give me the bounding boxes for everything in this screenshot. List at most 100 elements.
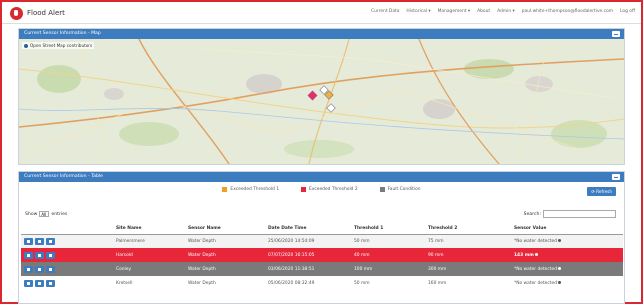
- table-row[interactable]: Kretsell Water Depth 05/06/2020 08:32:49…: [21, 276, 623, 290]
- col-actions: [21, 223, 113, 235]
- legend-swatch-red: [301, 187, 307, 192]
- info-icon[interactable]: [558, 280, 562, 284]
- status-legend: Exceeded Threshold 1 Exceeded Threshold …: [19, 187, 624, 192]
- col-site-name[interactable]: Site Name: [113, 223, 185, 235]
- navbar: Flood Alert Current Data Historical ▾ Ma…: [2, 2, 641, 24]
- legend-swatch-gray: [379, 187, 385, 192]
- legend-label: Exceeded Threshold 1: [230, 187, 280, 192]
- show-entries: Show All entries: [25, 211, 67, 217]
- col-threshold-1[interactable]: Threshold 1: [351, 223, 425, 235]
- value-text: *No water detected: [514, 266, 558, 272]
- row-actions: [21, 276, 113, 290]
- sensor-marker-red[interactable]: [307, 90, 318, 101]
- map-layer-icon[interactable]: [24, 43, 28, 48]
- table-panel-title: Current Sensor Information - Table: [24, 174, 103, 179]
- camera-icon[interactable]: [35, 237, 44, 245]
- sensor-markers: [307, 85, 336, 113]
- map-panel-header: Current Sensor Information - Map: [19, 29, 624, 39]
- value-text: *No water detected: [514, 238, 558, 244]
- nav-historical[interactable]: Historical ▾: [406, 9, 430, 14]
- table-row[interactable]: Palmersmere Water Depth 25/06/2020 14:54…: [21, 234, 623, 248]
- nav-management[interactable]: Management ▾: [438, 9, 471, 14]
- col-datetime[interactable]: Date Date Time: [265, 223, 351, 235]
- cell-threshold-1: 100 mm: [351, 262, 425, 276]
- entries-select[interactable]: All: [39, 211, 50, 217]
- map-panel-title: Current Sensor Information - Map: [24, 31, 101, 36]
- cell-threshold-1: 40 mm: [351, 248, 425, 262]
- flood-logo-icon: [10, 6, 23, 20]
- show-prefix: Show: [25, 211, 38, 217]
- nav-user-email[interactable]: paul.white+thompson@floodalertive.com: [522, 9, 613, 14]
- table-row[interactable]: Conley Water Depth 03/06/2020 11:38:51 1…: [21, 262, 623, 276]
- cell-threshold-2: 300 mm: [425, 262, 511, 276]
- chart-icon[interactable]: [46, 265, 55, 273]
- cell-value: *No water detected: [511, 262, 623, 276]
- search-box: Search:: [524, 210, 616, 218]
- cell-site: Kretsell: [116, 280, 133, 286]
- value-text: *No water detected: [514, 280, 558, 286]
- table-header-row: Site Name Sensor Name Date Date Time Thr…: [21, 223, 623, 235]
- cell-sensor: Water Depth: [185, 234, 265, 248]
- row-actions: [21, 262, 113, 276]
- search-label: Search:: [523, 211, 541, 217]
- info-icon[interactable]: [558, 266, 562, 270]
- camera-icon[interactable]: [35, 251, 44, 259]
- col-sensor-name[interactable]: Sensor Name: [185, 223, 265, 235]
- col-threshold-2[interactable]: Threshold 2: [425, 223, 511, 235]
- row-actions: [21, 248, 113, 262]
- sensor-table: Site Name Sensor Name Date Date Time Thr…: [21, 223, 623, 290]
- legend-item-threshold-2: Exceeded Threshold 2: [301, 187, 358, 192]
- camera-icon[interactable]: [35, 279, 44, 287]
- cell-value: *No water detected: [511, 234, 623, 248]
- table-row[interactable]: Harsold Water Depth 07/07/2020 16:15:05 …: [21, 248, 623, 262]
- brand[interactable]: Flood Alert: [10, 6, 65, 20]
- info-icon[interactable]: [558, 238, 562, 242]
- cell-value: *No water detected: [511, 276, 623, 290]
- col-sensor-value[interactable]: Sensor Value: [511, 223, 623, 235]
- nav-log-off[interactable]: Log off: [620, 9, 635, 14]
- cell-site: Palmersmere: [113, 234, 185, 248]
- chart-icon[interactable]: [46, 279, 55, 287]
- map-panel: Current Sensor Information - Map Open St…: [18, 28, 625, 165]
- map-attribution: Open Street Map contributors: [22, 42, 95, 49]
- cell-threshold-1: 50 mm: [354, 280, 370, 286]
- camera-icon[interactable]: [35, 265, 44, 273]
- view-icon[interactable]: [24, 251, 33, 259]
- cell-threshold-1: 50 mm: [351, 234, 425, 248]
- cell-datetime: 07/07/2020 16:15:05: [265, 248, 351, 262]
- search-input[interactable]: [543, 210, 616, 218]
- view-icon[interactable]: [24, 279, 33, 287]
- app-name: Flood Alert: [27, 9, 65, 17]
- legend-label: Exceeded Threshold 2: [309, 187, 358, 192]
- nav-current-data[interactable]: Current Data: [371, 9, 399, 14]
- cell-value: 143 mm: [511, 248, 623, 262]
- nav-about[interactable]: About: [477, 9, 490, 14]
- cell-threshold-2: 75 mm: [425, 234, 511, 248]
- row-actions: [21, 234, 113, 248]
- legend-label: Fault Condition: [387, 187, 421, 192]
- cell-datetime: 05/06/2020 08:32:49: [268, 280, 315, 286]
- nav-admin[interactable]: Admin ▾: [497, 9, 515, 14]
- info-icon[interactable]: [534, 252, 538, 256]
- map-attribution-text: Open Street Map contributors: [30, 43, 93, 48]
- table-panel: Current Sensor Information - Table Excee…: [18, 171, 625, 304]
- legend-swatch-amber: [222, 187, 228, 192]
- cell-sensor: Water Depth: [185, 262, 265, 276]
- refresh-button[interactable]: ⟳ Refresh: [587, 187, 616, 196]
- cell-sensor: Water Depth: [185, 248, 265, 262]
- view-icon[interactable]: [24, 237, 33, 245]
- legend-item-fault: Fault Condition: [379, 187, 421, 192]
- cell-threshold-2: 160 mm: [428, 280, 447, 286]
- cell-datetime: 03/06/2020 11:38:51: [265, 262, 351, 276]
- cell-site: Harsold: [113, 248, 185, 262]
- show-suffix: entries: [51, 211, 68, 217]
- map-collapse-button[interactable]: [612, 31, 620, 37]
- sensor-map[interactable]: Open Street Map contributors: [19, 39, 624, 164]
- table-collapse-button[interactable]: [612, 174, 620, 180]
- refresh-label: Refresh: [596, 189, 612, 194]
- sensor-marker[interactable]: [326, 103, 336, 113]
- chart-icon[interactable]: [46, 251, 55, 259]
- cell-sensor: Water Depth: [188, 280, 216, 286]
- chart-icon[interactable]: [46, 237, 55, 245]
- view-icon[interactable]: [24, 265, 33, 273]
